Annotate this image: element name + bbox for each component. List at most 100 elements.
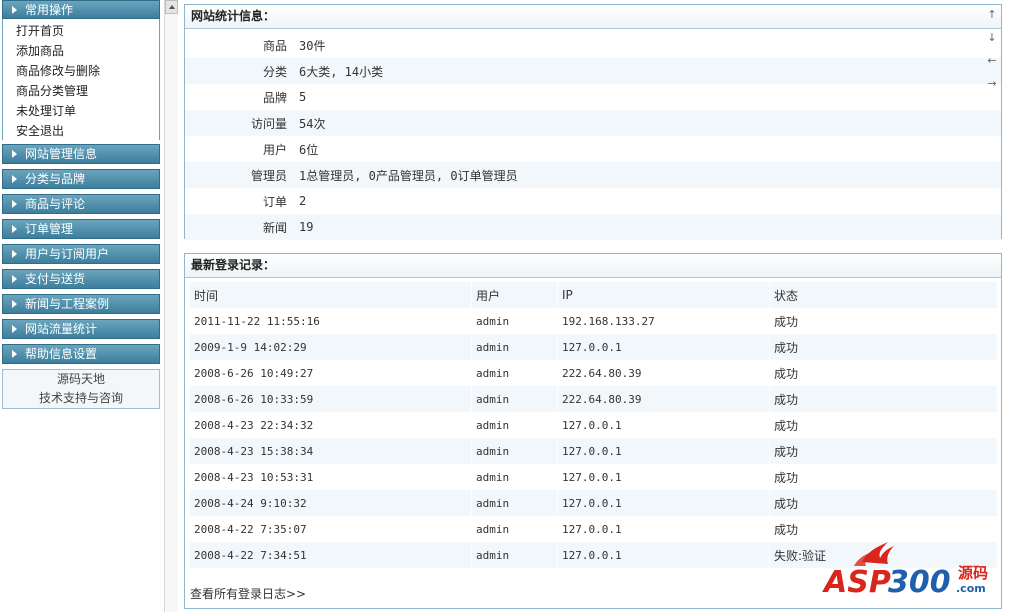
sidebar-section-label: 用户与订阅用户	[25, 247, 110, 261]
menu-item-logout[interactable]: 安全退出	[3, 121, 159, 141]
triangle-right-icon	[12, 175, 17, 183]
sidebar-section-label: 分类与品牌	[25, 172, 86, 186]
sidebar-section-news-cases[interactable]: 新闻与工程案例	[2, 294, 160, 314]
cell-user: admin	[471, 334, 557, 360]
menu-item-add-product[interactable]: 添加商品	[3, 41, 159, 61]
cell-time: 2008-4-23 10:53:31	[189, 464, 471, 490]
sidebar-section-help-settings[interactable]: 帮助信息设置	[2, 344, 160, 364]
stats-label: 订单	[262, 194, 287, 209]
stats-value: 6大类, 14小类	[293, 58, 1001, 84]
triangle-right-icon	[12, 325, 17, 333]
table-row: 2008-6-26 10:49:27 admin 222.64.80.39 成功	[189, 360, 997, 386]
panel-title: 网站统计信息：	[185, 5, 1001, 29]
table-row: 2008-4-24 9:10:32 admin 127.0.0.1 成功	[189, 490, 997, 516]
triangle-right-icon	[12, 250, 17, 258]
cell-user: admin	[471, 386, 557, 412]
sidebar-section-traffic-stats[interactable]: 网站流量统计	[2, 319, 160, 339]
svg-text:300: 300	[888, 565, 951, 600]
cell-time: 2011-11-22 11:55:16	[189, 308, 471, 334]
stats-label: 商品	[262, 38, 287, 53]
cell-ip: 127.0.0.1	[557, 542, 769, 568]
table-row: 2009-1-9 14:02:29 admin 127.0.0.1 成功	[189, 334, 997, 360]
stats-value: 54次	[293, 110, 1001, 136]
stats-label: 用户	[262, 142, 287, 157]
cell-user: admin	[471, 464, 557, 490]
menu-item-edit-product[interactable]: 商品修改与删除	[3, 61, 159, 81]
cell-user: admin	[471, 360, 557, 386]
sidebar-section-label: 商品与评论	[25, 197, 86, 211]
link-tech-support[interactable]: 技术支持与咨询	[3, 389, 159, 408]
stats-label: 管理员	[185, 162, 293, 188]
arrow-down-icon[interactable]: ↓	[986, 31, 998, 54]
stats-value: 1总管理员, 0产品管理员, 0订单管理员	[293, 162, 1001, 188]
cell-time: 2008-6-26 10:33:59	[189, 386, 471, 412]
svg-text:.com: .com	[956, 582, 986, 595]
sidebar-section-site-info[interactable]: 网站管理信息	[2, 144, 160, 164]
cell-ip: 222.64.80.39	[557, 386, 769, 412]
cell-status: 成功	[769, 308, 997, 334]
scroll-thumb[interactable]	[165, 14, 178, 612]
sidebar-section-orders[interactable]: 订单管理	[2, 219, 160, 239]
cell-user: admin	[471, 490, 557, 516]
cell-status: 成功	[769, 438, 997, 464]
scroll-up-button[interactable]	[165, 0, 178, 14]
column-header-status: 状态	[769, 282, 997, 308]
arrow-left-icon[interactable]: ←	[986, 54, 998, 77]
panel-title: 最新登录记录：	[185, 254, 1001, 278]
menu-item-open-home[interactable]: 打开首页	[3, 21, 159, 41]
cell-status: 成功	[769, 386, 997, 412]
stats-label: 品牌	[262, 90, 287, 105]
stats-row: 分类 6大类, 14小类	[185, 58, 1001, 84]
cell-status: 成功	[769, 360, 997, 386]
stats-row: 访问量 54次	[185, 110, 1001, 136]
triangle-right-icon	[12, 150, 17, 158]
triangle-right-icon	[12, 300, 17, 308]
link-source-code[interactable]: 源码天地	[3, 370, 159, 389]
arrow-up-icon[interactable]: ↑	[986, 8, 998, 31]
site-stats-panel: 网站统计信息： ↑ ↓ ← → 商品 30件 分类 6大类, 14小类 品牌 5 访问…	[184, 4, 1002, 240]
cell-status: 成功	[769, 412, 997, 438]
cell-user: admin	[471, 412, 557, 438]
stats-label: 分类	[185, 58, 293, 84]
vertical-scrollbar[interactable]	[164, 0, 178, 612]
cell-status: 成功	[769, 516, 997, 542]
svg-text:源码: 源码	[958, 564, 988, 582]
cell-ip: 127.0.0.1	[557, 334, 769, 360]
table-row: 2008-4-23 22:34:32 admin 127.0.0.1 成功	[189, 412, 997, 438]
sidebar-section-payment-delivery[interactable]: 支付与送货	[2, 269, 160, 289]
table-row: 2008-4-22 7:35:07 admin 127.0.0.1 成功	[189, 516, 997, 542]
cell-time: 2008-4-24 9:10:32	[189, 490, 471, 516]
cell-status: 成功	[769, 464, 997, 490]
table-row: 2008-4-23 15:38:34 admin 127.0.0.1 成功	[189, 438, 997, 464]
arrow-right-icon[interactable]: →	[986, 77, 998, 100]
login-table: 时间 用户 IP 状态 2011-11-22 11:55:16 admin 192.…	[189, 282, 997, 568]
sidebar-section-products-reviews[interactable]: 商品与评论	[2, 194, 160, 214]
view-all-logs-link[interactable]: 查看所有登录日志>>	[190, 585, 306, 602]
stats-row: 订单 2	[185, 188, 1001, 214]
stats-value: 5	[299, 90, 307, 104]
cell-time: 2008-6-26 10:49:27	[189, 360, 471, 386]
stats-label: 访问量	[185, 110, 293, 136]
stats-row: 新闻 19	[185, 214, 1001, 240]
sidebar-section-users[interactable]: 用户与订阅用户	[2, 244, 160, 264]
sidebar-section-category-brand[interactable]: 分类与品牌	[2, 169, 160, 189]
svg-text:ASP: ASP	[822, 565, 891, 600]
triangle-right-icon	[12, 275, 17, 283]
stats-table: 商品 30件 分类 6大类, 14小类 品牌 5 访问量 54次 用户 6位 管理员 1总管…	[185, 32, 1001, 240]
cell-ip: 127.0.0.1	[557, 490, 769, 516]
cell-time: 2009-1-9 14:02:29	[189, 334, 471, 360]
cell-user: admin	[471, 308, 557, 334]
cell-ip: 127.0.0.1	[557, 464, 769, 490]
sidebar-section-label: 网站管理信息	[25, 147, 98, 161]
table-row: 2008-6-26 10:33:59 admin 222.64.80.39 成功	[189, 386, 997, 412]
cell-user: admin	[471, 438, 557, 464]
cell-user: admin	[471, 516, 557, 542]
sidebar-section-label: 网站流量统计	[25, 322, 98, 336]
menu-item-pending-orders[interactable]: 未处理订单	[3, 101, 159, 121]
cell-ip: 127.0.0.1	[557, 412, 769, 438]
menu-item-category-manage[interactable]: 商品分类管理	[3, 81, 159, 101]
scroll-arrows: ↑ ↓ ← →	[986, 8, 998, 100]
stats-value: 19	[293, 214, 1001, 240]
asp300-logo: ASP 300 源码 .com	[822, 542, 988, 600]
sidebar-section-common[interactable]: 常用操作	[2, 0, 160, 19]
